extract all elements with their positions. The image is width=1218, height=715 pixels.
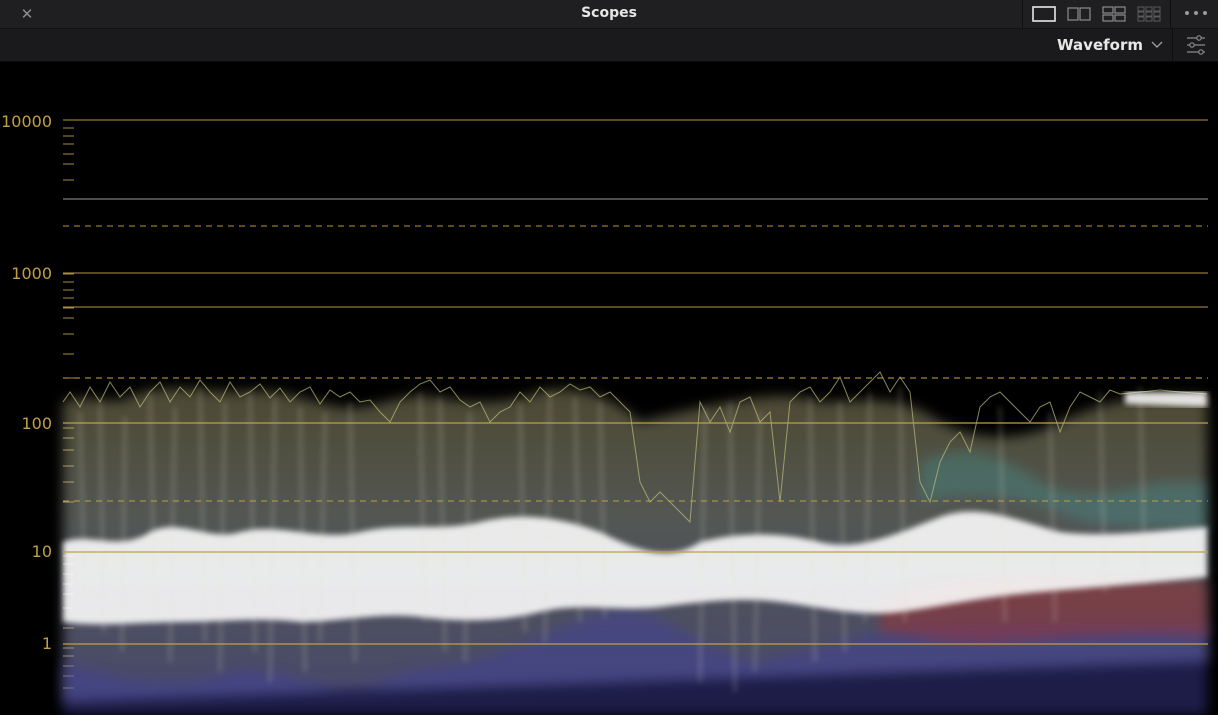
scope-toolbar: Waveform [0,29,1218,62]
dual-layout-icon [1067,7,1091,21]
more-dots-icon [1185,11,1209,15]
single-layout-button[interactable] [1031,4,1057,24]
quad-layout-button[interactable] [1101,4,1127,24]
single-layout-icon [1032,6,1056,22]
dual-layout-button[interactable] [1066,4,1092,24]
waveform-scope[interactable]: 10000 1000 100 10 1 [0,62,1218,715]
title-bar: ✕ Scopes [0,0,1218,29]
grid-layout-button[interactable] [1136,4,1162,24]
layout-switcher [1022,0,1171,28]
scope-settings-button[interactable] [1172,29,1218,61]
scope-type-dropdown[interactable]: Waveform [1051,29,1171,61]
more-options-button[interactable] [1170,0,1218,28]
close-icon: ✕ [20,5,34,23]
scope-type-label: Waveform [1057,36,1143,54]
chevron-down-icon [1151,41,1163,48]
quad-layout-icon [1102,6,1126,22]
grid-layout-icon [1137,6,1161,22]
sliders-icon [1187,35,1205,55]
close-button[interactable]: ✕ [16,3,38,25]
waveform-graph [62,119,1208,715]
